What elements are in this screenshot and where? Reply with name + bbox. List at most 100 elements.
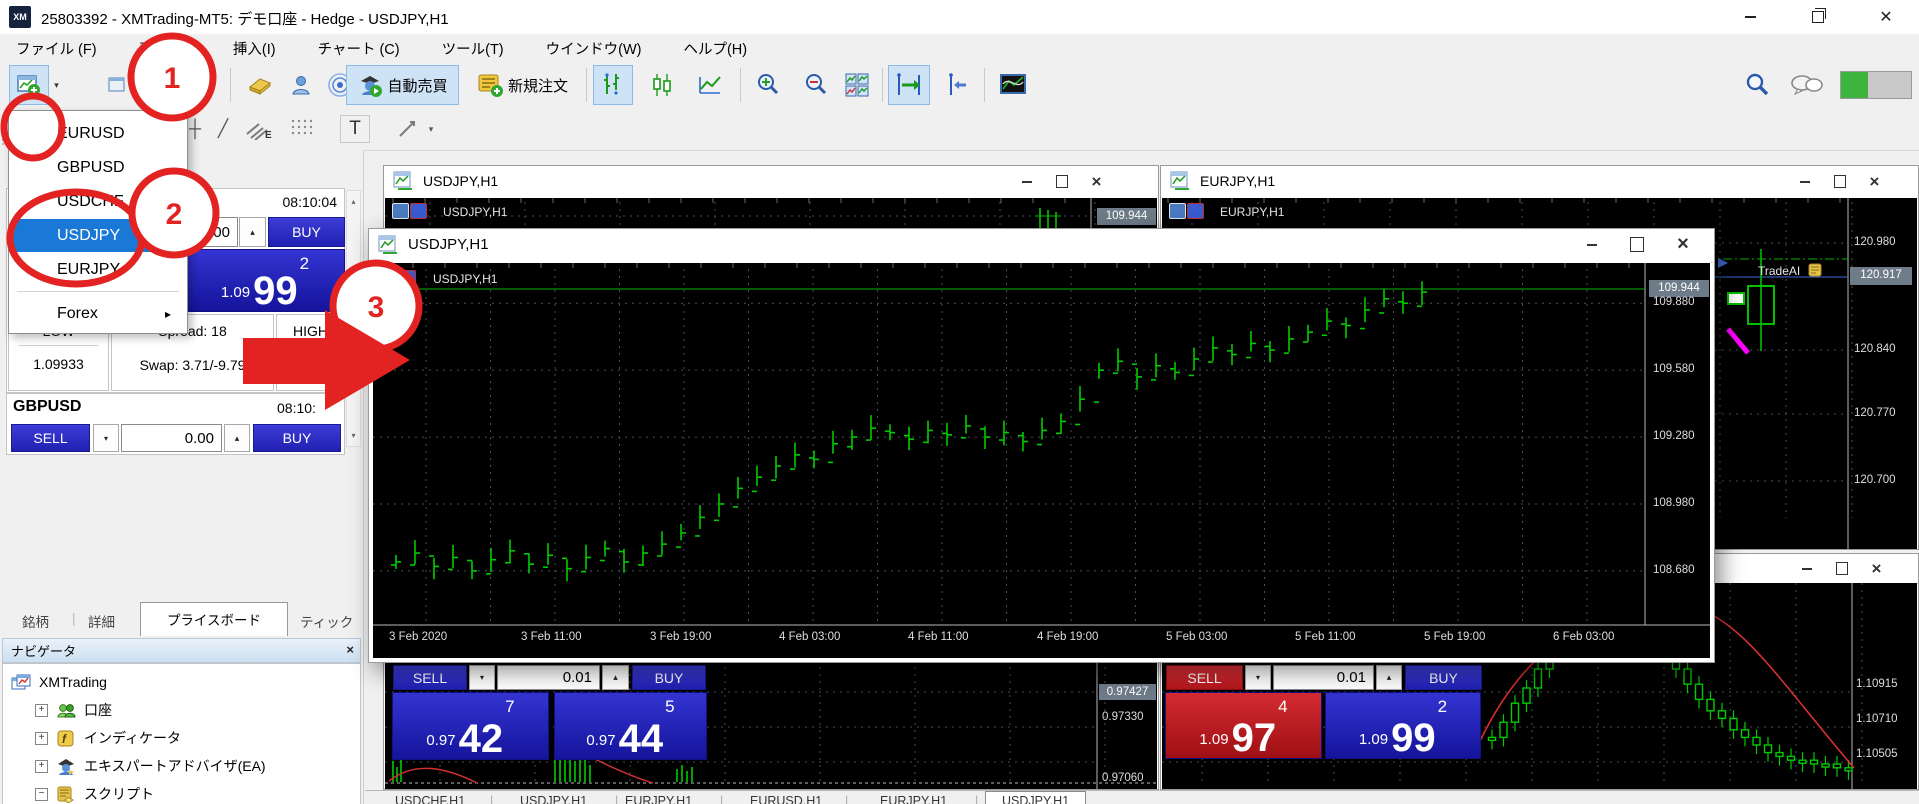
text-tool-icon[interactable]: T: [340, 115, 370, 143]
chart-grid-icon[interactable]: [381, 270, 398, 286]
tab-details[interactable]: 詳細: [88, 611, 115, 631]
minimize-button[interactable]: [1791, 557, 1822, 580]
auto-trading-button[interactable]: 自動売買: [346, 65, 459, 105]
deposit-button[interactable]: $: [172, 65, 214, 105]
community-button[interactable]: [282, 65, 320, 105]
eurusd-lot-caret[interactable]: ▾: [1245, 665, 1271, 690]
navigator-item--[interactable]: −スクリプト: [35, 780, 154, 804]
navigator-item--[interactable]: +口座: [35, 696, 112, 724]
menu-window[interactable]: ウインドウ(W): [530, 38, 668, 59]
dropdown-item-usdjpy[interactable]: USDJPY: [12, 219, 183, 252]
expand-plus-icon[interactable]: +: [35, 732, 48, 745]
zoom-in-button[interactable]: [748, 65, 788, 105]
expand-plus-icon[interactable]: +: [35, 760, 48, 773]
maximize-button[interactable]: [1619, 233, 1655, 256]
menu-chart[interactable]: チャート (C): [302, 38, 426, 59]
auto-scroll-button[interactable]: [888, 65, 930, 105]
chart-save-icon[interactable]: [399, 270, 416, 286]
chart-tab-1-usdjpy-h1[interactable]: USDJPY,H1: [520, 794, 587, 804]
channel-icon[interactable]: E: [240, 115, 280, 143]
dropdown-item-eurjpy[interactable]: EURJPY: [12, 253, 183, 286]
usdchf-lot-spin-up[interactable]: ▴: [602, 665, 629, 690]
minimize-button[interactable]: [1011, 170, 1042, 193]
new-chart-caret[interactable]: ▾: [50, 65, 63, 105]
maximize-button[interactable]: [1046, 170, 1077, 193]
navigator-item--[interactable]: +fインディケータ: [35, 724, 181, 752]
close-button[interactable]: ×: [1665, 233, 1701, 256]
eurusd-sell-button[interactable]: SELL: [1166, 665, 1243, 690]
profile-caret[interactable]: ▾: [140, 65, 153, 105]
menu-file[interactable]: ファイル (F): [0, 38, 123, 59]
chart-tab-3-eurusd-h1[interactable]: EURUSD,H1: [750, 794, 822, 804]
buy-button-2[interactable]: BUY: [253, 424, 341, 452]
usdchf-buy-button[interactable]: BUY: [632, 665, 706, 690]
chart-tab-4-eurjpy-h1[interactable]: EURJPY,H1: [880, 794, 947, 804]
search-button[interactable]: [1738, 65, 1776, 105]
lot-input-2[interactable]: 0.00: [121, 424, 222, 452]
eurusd-buy-quote[interactable]: 1.09 99 2: [1325, 692, 1481, 759]
history-button[interactable]: [240, 65, 280, 105]
shapes-caret[interactable]: ▾: [424, 115, 438, 143]
dropdown-item-eurusd[interactable]: EURUSD: [12, 117, 183, 150]
minimize-button[interactable]: [1574, 233, 1610, 256]
restore-button[interactable]: [1790, 0, 1846, 33]
chart-tab-5-usdjpy-h1[interactable]: USDJPY,H1: [985, 791, 1086, 804]
market-watch-scrollbar[interactable]: ▴ ▾: [346, 190, 361, 447]
scroll-up-icon[interactable]: ▴: [347, 191, 360, 206]
menu-view[interactable]: 表示 (V): [123, 38, 217, 59]
menu-tools[interactable]: ツール(T): [426, 38, 530, 59]
new-chart-button[interactable]: [9, 65, 49, 105]
eurusd-sell-quote[interactable]: 1.09 97 4: [1165, 692, 1322, 759]
usdchf-sell-button[interactable]: SELL: [393, 665, 467, 690]
tab-symbols[interactable]: 銘柄: [22, 611, 49, 631]
usdjpy-bg-titlebar[interactable]: USDJPY,H1 ×: [384, 166, 1158, 198]
tab-ticks[interactable]: ティック: [300, 611, 353, 631]
trendline-icon[interactable]: ╱: [210, 115, 236, 143]
buy-quote-box[interactable]: 1.09 99 2: [185, 249, 345, 312]
close-button[interactable]: ×: [1861, 557, 1892, 580]
maximize-button[interactable]: [1824, 170, 1855, 193]
eurusd-lot-spin-up[interactable]: ▴: [1376, 665, 1402, 690]
sell-button-2[interactable]: SELL: [11, 424, 90, 452]
navigator-close-icon[interactable]: ×: [346, 642, 354, 657]
dropdown-item-usdchf[interactable]: USDCHF: [12, 185, 183, 218]
close-button[interactable]: ×: [1081, 170, 1112, 193]
maximize-button[interactable]: [1826, 557, 1857, 580]
close-button[interactable]: ×: [1859, 170, 1890, 193]
scroll-down-icon[interactable]: ▾: [347, 431, 360, 440]
lot-spin-up-2[interactable]: ▴: [224, 424, 250, 452]
chart-window-usdjpy-floating[interactable]: USDJPY,H1 × USDJPY,H1 109.944 109.880109…: [368, 228, 1715, 663]
dropdown-item-forex[interactable]: Forex▸: [12, 297, 183, 330]
floating-usdjpy-chart[interactable]: USDJPY,H1 109.944 109.880109.580109.2801…: [372, 262, 1711, 659]
dropdown-item-gbpusd[interactable]: GBPUSD: [12, 151, 183, 184]
chart-tab-2-eurjpy-h1[interactable]: EURJPY,H1: [625, 794, 692, 804]
navigator-item--ea-[interactable]: +エキスパートアドバイザ(EA): [35, 752, 266, 780]
menu-help[interactable]: ヘルプ(H): [667, 38, 773, 59]
grid-icon[interactable]: [286, 115, 316, 143]
usdchf-buy-quote[interactable]: 0.97 44 5: [554, 692, 707, 760]
tile-windows-button[interactable]: [836, 65, 878, 105]
close-button[interactable]: ✕: [1858, 0, 1914, 33]
chart-grid-icon[interactable]: [392, 203, 409, 219]
shapes-icon[interactable]: [392, 115, 422, 143]
lot-spin-up[interactable]: ▴: [239, 217, 266, 247]
line-chart-mode-button[interactable]: [690, 65, 730, 105]
menu-insert[interactable]: 挿入(I): [217, 38, 302, 59]
floating-titlebar[interactable]: USDJPY,H1 ×: [369, 229, 1714, 263]
chat-button[interactable]: [1784, 65, 1830, 105]
navigator-item-xmtrading[interactable]: XMTrading: [11, 668, 107, 696]
usdchf-lot-input[interactable]: 0.01: [497, 665, 600, 690]
candle-chart-mode-button[interactable]: [642, 65, 682, 105]
chart-shift-button[interactable]: [934, 65, 976, 105]
eurusd-lot-input[interactable]: 0.01: [1273, 665, 1374, 690]
indicators-button[interactable]: [992, 65, 1034, 105]
buy-button[interactable]: BUY: [268, 217, 345, 247]
usdchf-sell-quote[interactable]: 0.97 42 7: [392, 692, 549, 760]
usdchf-lot-caret[interactable]: ▾: [469, 665, 495, 690]
navigator-header[interactable]: ナビゲータ ×: [2, 638, 361, 663]
minimize-button[interactable]: [1789, 170, 1820, 193]
chart-grid-icon[interactable]: [1169, 203, 1186, 219]
bar-chart-mode-button[interactable]: [593, 65, 633, 105]
zoom-out-button[interactable]: [796, 65, 836, 105]
new-order-button[interactable]: 新規注文: [465, 65, 580, 105]
